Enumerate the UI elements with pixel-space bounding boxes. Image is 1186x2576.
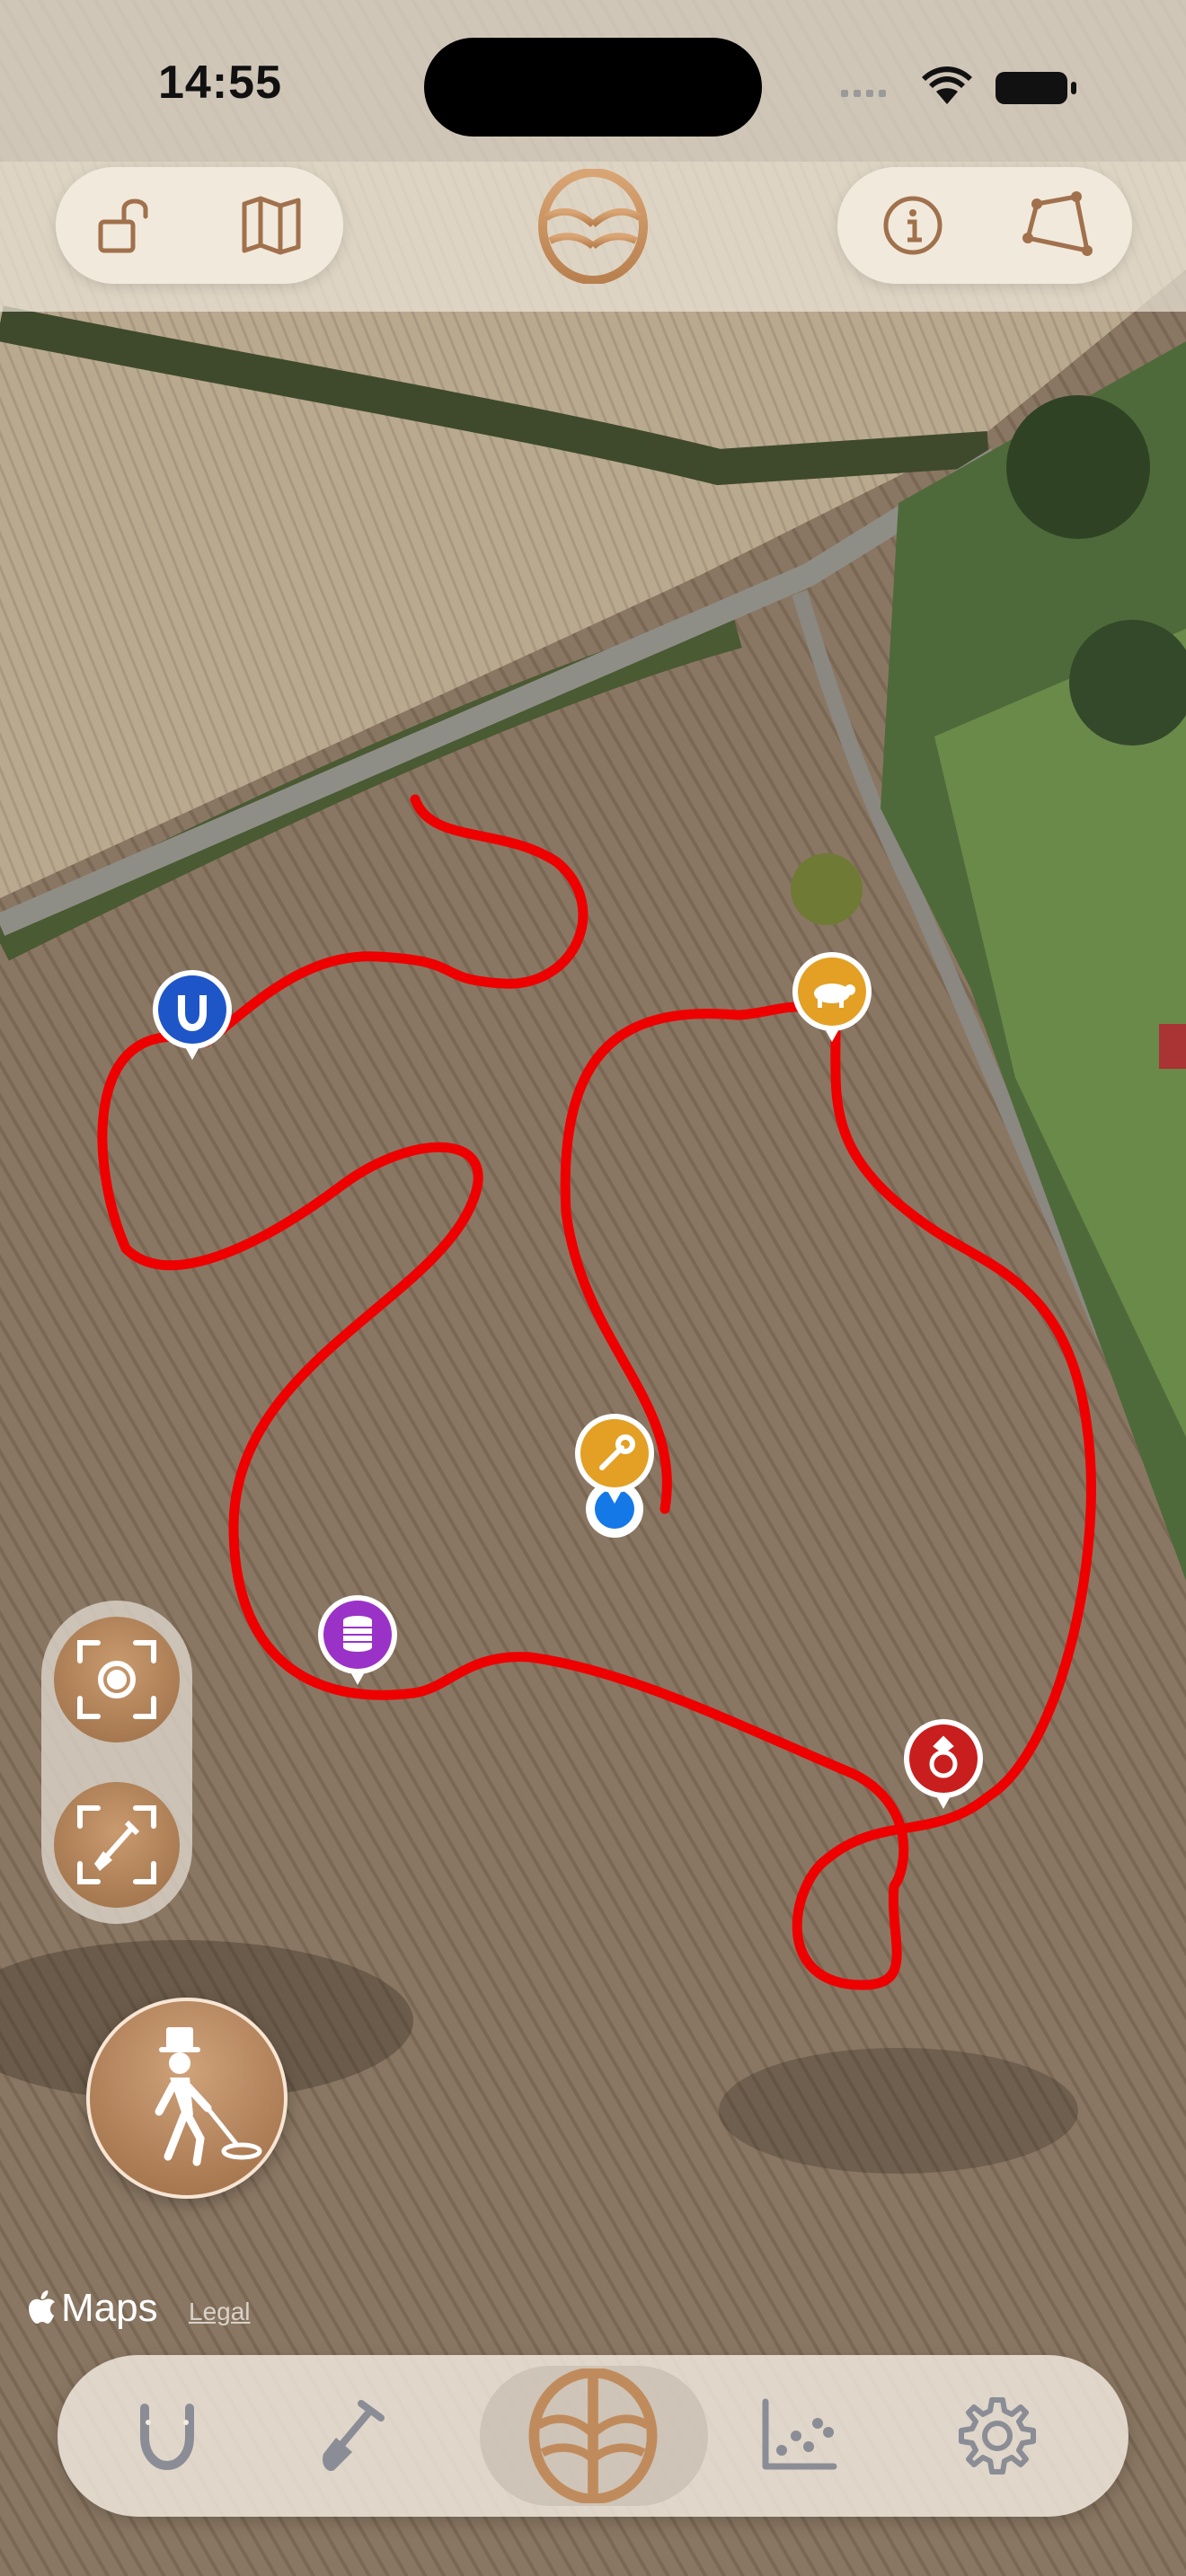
polygon-area-icon xyxy=(1022,191,1093,256)
find-pin-ring[interactable] xyxy=(902,1717,985,1811)
detector-logo-icon[interactable] xyxy=(535,169,651,284)
find-pin-horseshoe[interactable] xyxy=(151,968,234,1062)
scatter-chart-icon xyxy=(762,2398,837,2470)
tab-bar xyxy=(58,2355,1128,2517)
tab-finds[interactable] xyxy=(95,2355,239,2517)
focus-dig-icon xyxy=(77,1805,156,1884)
find-pin-animal[interactable] xyxy=(791,950,873,1044)
find-pin-tool[interactable] xyxy=(573,1412,656,1505)
shovel-icon xyxy=(323,2400,385,2472)
focus-controls xyxy=(41,1601,192,1924)
dynamic-island xyxy=(424,38,762,137)
tab-settings[interactable] xyxy=(925,2355,1069,2517)
focus-dig-button[interactable] xyxy=(54,1782,180,1908)
wifi-icon xyxy=(922,66,972,104)
start-detecting-button[interactable] xyxy=(86,1998,288,2199)
map-icon xyxy=(242,196,301,255)
gear-icon xyxy=(959,2397,1036,2475)
battery-icon xyxy=(996,72,1076,104)
find-pin-coins[interactable] xyxy=(316,1593,399,1687)
left-toolbar-pill xyxy=(56,167,343,284)
map-type-button[interactable] xyxy=(226,181,316,270)
legal-link[interactable]: Legal xyxy=(189,2298,251,2326)
unlock-icon xyxy=(98,198,148,253)
tab-detect[interactable] xyxy=(521,2355,665,2517)
tab-dig[interactable] xyxy=(277,2355,420,2517)
status-icons xyxy=(841,66,1076,104)
tab-statistics[interactable] xyxy=(726,2355,870,2517)
horseshoe-icon xyxy=(140,2404,194,2471)
area-polygon-button[interactable] xyxy=(1012,181,1102,270)
apple-maps-attribution: Maps xyxy=(27,2286,158,2331)
right-toolbar-pill xyxy=(837,167,1132,284)
info-button[interactable] xyxy=(868,181,958,270)
maps-label: Maps xyxy=(61,2286,158,2330)
status-time: 14:55 xyxy=(158,57,282,109)
detectorist-walking-icon xyxy=(155,2027,262,2166)
detector-logo-icon xyxy=(528,2369,658,2503)
lock-button[interactable] xyxy=(83,181,173,270)
apple-logo-icon xyxy=(29,2290,55,2324)
cellular-signal-icon xyxy=(841,90,886,97)
focus-location-button[interactable] xyxy=(54,1617,180,1742)
focus-location-icon xyxy=(77,1640,156,1719)
info-icon xyxy=(883,196,943,255)
